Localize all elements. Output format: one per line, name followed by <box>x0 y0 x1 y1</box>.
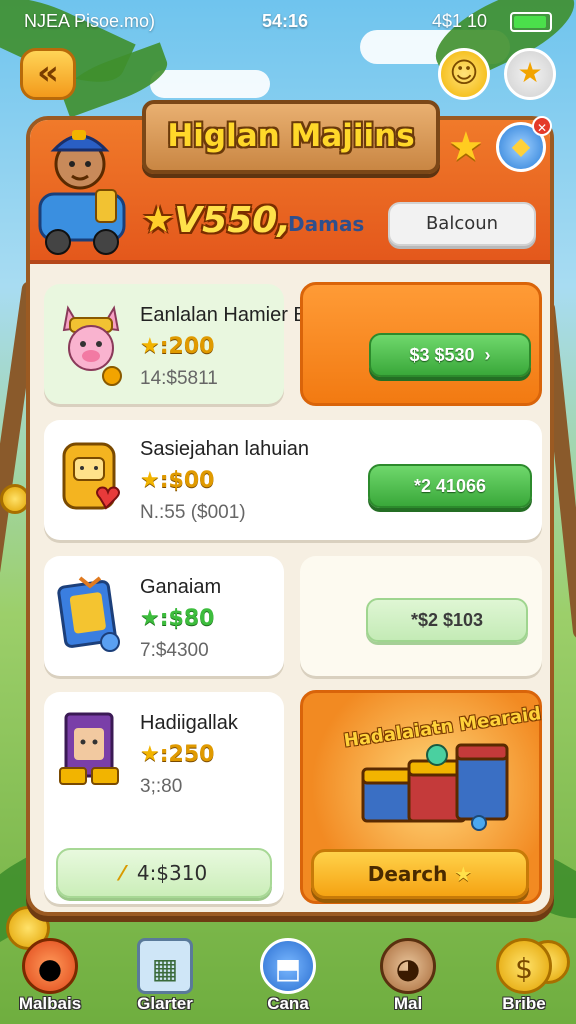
buy-button[interactable]: *2 41066 <box>368 464 532 508</box>
nav-item-bribe[interactable]: $ Bribe <box>474 930 574 1024</box>
page-title: Higlan Majiins <box>167 118 415 154</box>
smile-icon[interactable]: ☺ <box>438 48 490 100</box>
item-subtext: 14:$5811 <box>140 368 218 389</box>
nav-label: Bribe <box>502 994 546 1013</box>
map-icon: ▦ <box>137 938 193 994</box>
item-price: ★:200 <box>140 334 215 359</box>
item-price: ★:250 <box>140 742 215 767</box>
star-icon: ★ <box>140 468 160 493</box>
star-icon: ★ <box>142 200 175 241</box>
pencil-icon: ⁄ <box>120 861 125 885</box>
trophy-icon[interactable]: ★ <box>448 124 490 182</box>
star-icon: ★ <box>140 334 160 359</box>
backpack-icon <box>62 442 120 510</box>
pet-icon: ◕ <box>380 938 436 994</box>
nav-label: Mal <box>393 994 423 1013</box>
bookmark-icon: ⬒ <box>260 938 316 994</box>
signal-text: 4$1 10 <box>432 11 488 31</box>
item-name: Sasiejahan lahuian <box>140 438 310 460</box>
item-name: Hadiigallak <box>140 712 238 734</box>
title-plank: Higlan Majiins <box>142 100 440 174</box>
treasure-chests-icon <box>361 743 509 831</box>
item-subtext: 3;:80 <box>140 776 183 797</box>
search-button[interactable]: Dearch ★ <box>311 849 529 899</box>
star-icon[interactable]: ★ <box>504 48 556 100</box>
shop-item-card[interactable]: Sasiejahan lahuian ★:$00 N.:55 ($001) *2… <box>44 420 542 540</box>
chevron-right-icon: › <box>484 345 491 365</box>
star-icon: ★ <box>454 862 473 886</box>
chest-character-icon <box>59 712 119 785</box>
mascot-character <box>38 130 126 255</box>
item-price: ★:$80 <box>140 606 215 631</box>
featured-bundle[interactable]: Hadalaiatn Mearaid Dearch ★ <box>300 690 542 904</box>
nav-item-glarter[interactable]: ▦ Glarter <box>115 930 215 1024</box>
battery-icon <box>510 12 552 32</box>
status-bar: NJEA Pisoe.mo) 54:16 4$1 10 <box>0 0 576 44</box>
shop-item-card[interactable]: Hadiigallak ★:250 3;:80 ⁄ 4:$310 <box>44 692 284 904</box>
currency-label: Damas <box>288 212 365 236</box>
nav-label: Cana <box>267 994 309 1013</box>
coins-icon: $ <box>496 938 552 994</box>
buy-button[interactable]: $3 $530 › <box>369 333 531 377</box>
item-action-slot: *$2 $103 <box>300 556 542 676</box>
item-subtext: 7:$4300 <box>140 640 209 661</box>
mango-icon: ● <box>22 938 78 994</box>
item-action-slot: $3 $530 › <box>300 282 542 406</box>
nav-label: Glarter <box>137 994 193 1013</box>
item-price: ★:$00 <box>140 468 215 493</box>
nav-label: Malbais <box>18 994 82 1013</box>
nav-item-cana[interactable]: ⬒ Cana <box>238 930 338 1024</box>
star-icon: ★ <box>140 606 160 631</box>
shop-item-card[interactable]: Eanlalan Hamier Bhavaka: ★:200 14:$5811 <box>44 284 377 404</box>
shop-item-card[interactable]: Ganaiam ★:$80 7:$4300 <box>44 556 284 676</box>
carrier-text: NJEA Pisoe.mo) <box>24 11 156 31</box>
item-name: Ganaiam <box>140 576 222 598</box>
clock: 54:16 <box>262 11 309 31</box>
buy-button[interactable]: *$2 $103 <box>366 598 528 642</box>
nav-item-mal[interactable]: ◕ Mal <box>358 930 458 1024</box>
star-icon: ★ <box>140 742 160 767</box>
buy-button[interactable]: ⁄ 4:$310 <box>56 848 272 898</box>
cloud <box>150 70 270 98</box>
back-arrow-icon[interactable]: « <box>20 48 76 100</box>
notification-badge: ✕ <box>532 116 552 136</box>
coin-balance: ★V550, <box>142 200 291 241</box>
nav-item-malbais[interactable]: ● Malbais <box>0 930 100 1024</box>
shield-card-icon <box>57 576 120 652</box>
balance-button[interactable]: Balcoun <box>388 202 536 246</box>
item-subtext: N.:55 ($001) <box>140 502 246 523</box>
bottom-nav: ● Malbais ▦ Glarter ⬒ Cana ◕ Mal $ Bribe <box>0 930 576 1024</box>
pig-character-icon <box>62 305 122 386</box>
